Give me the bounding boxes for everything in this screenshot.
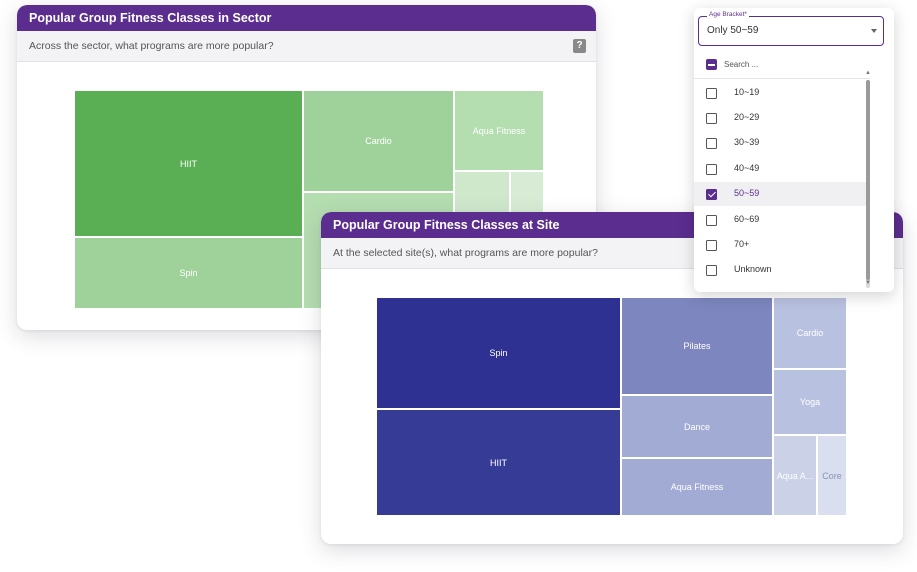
- treemap-tile-cardio[interactable]: Cardio: [773, 297, 847, 369]
- treemap-tile-aqua-a[interactable]: Aqua A...: [773, 435, 817, 516]
- option-label: Unknown: [734, 264, 772, 274]
- option-label: 20~29: [734, 112, 760, 122]
- tile-label: Spin: [179, 268, 198, 278]
- checkbox[interactable]: [706, 113, 717, 124]
- tile-label: Aqua Fitness: [472, 125, 526, 136]
- treemap-tile-dance[interactable]: Dance: [621, 395, 773, 458]
- treemap-tile-hiit[interactable]: HIIT: [376, 409, 621, 516]
- sector-card-subtitle-text: Across the sector, what programs are mor…: [29, 40, 274, 52]
- tile-label: HIIT: [490, 457, 507, 468]
- tile-label: Aqua A...: [776, 470, 814, 481]
- tile-label: Yoga: [799, 397, 821, 407]
- tile-label: Spin: [489, 348, 508, 358]
- treemap-tile-aqua-fitness[interactable]: Aqua Fitness: [621, 458, 773, 516]
- site-card-subtitle-text: At the selected site(s), what programs a…: [333, 247, 598, 259]
- checkbox[interactable]: [706, 265, 717, 276]
- sector-card-title: Popular Group Fitness Classes in Sector: [17, 5, 596, 31]
- checkbox[interactable]: [706, 164, 717, 175]
- tile-label: Dance: [683, 421, 710, 432]
- search-input[interactable]: Search ...: [724, 60, 758, 69]
- question-mark-icon[interactable]: ?: [573, 39, 586, 53]
- option-label: 10~19: [734, 87, 760, 97]
- treemap-tile-yoga[interactable]: Yoga: [773, 369, 847, 435]
- age-bracket-dropdown: Age Bracket* Only 50~59 Search ... 10~19…: [694, 8, 894, 292]
- tile-label: Aqua Fitness: [670, 482, 724, 492]
- treemap-tile-core[interactable]: Core: [817, 435, 847, 516]
- age-bracket-label: Age Bracket*: [707, 11, 749, 18]
- option-70-plus[interactable]: 70+: [694, 233, 868, 257]
- option-50-59[interactable]: 50~59: [694, 182, 868, 206]
- scroll-up-arrow-icon[interactable]: ▲: [865, 70, 871, 76]
- option-label: 40~49: [734, 163, 760, 173]
- caret-down-icon[interactable]: [871, 29, 877, 33]
- option-20-29[interactable]: 20~29: [694, 106, 868, 130]
- treemap-tile-aqua-fitness[interactable]: Aqua Fitness: [454, 90, 544, 171]
- tile-label: Cardio: [796, 328, 824, 338]
- option-60-69[interactable]: 60~69: [694, 208, 868, 232]
- checkbox[interactable]: [706, 215, 717, 226]
- divider: [694, 78, 870, 79]
- age-bracket-select[interactable]: Age Bracket* Only 50~59: [698, 11, 884, 46]
- checkbox-checked[interactable]: [706, 189, 717, 200]
- tile-label: Cardio: [365, 136, 392, 146]
- option-label: 70+: [734, 239, 750, 249]
- option-label: 30~39: [734, 137, 760, 147]
- treemap-tile-hiit[interactable]: HIIT: [74, 90, 303, 237]
- sector-card-subtitle: Across the sector, what programs are mor…: [17, 31, 596, 62]
- site-treemap: Spin HIIT Pilates Dance Aqua Fitness Car…: [376, 297, 847, 516]
- treemap-tile-spin[interactable]: Spin: [74, 237, 303, 309]
- tile-label: HIIT: [180, 158, 197, 169]
- scrollbar-thumb[interactable]: [866, 80, 870, 280]
- option-unknown[interactable]: Unknown: [694, 258, 868, 282]
- dropdown-scrollbar[interactable]: [866, 80, 870, 288]
- option-label: 50~59: [734, 188, 760, 198]
- scroll-down-arrow-icon[interactable]: ▼: [865, 280, 871, 286]
- treemap-tile-pilates[interactable]: Pilates: [621, 297, 773, 395]
- search-row: Search ...: [694, 52, 870, 78]
- option-30-39[interactable]: 30~39: [694, 131, 868, 155]
- treemap-tile-cardio[interactable]: Cardio: [303, 90, 454, 192]
- select-all-checkbox[interactable]: [706, 59, 717, 70]
- tile-label: Core: [822, 470, 842, 481]
- tile-label: Pilates: [683, 341, 711, 351]
- checkbox[interactable]: [706, 138, 717, 149]
- option-label: 60~69: [734, 214, 760, 224]
- checkbox[interactable]: [706, 240, 717, 251]
- option-10-19[interactable]: 10~19: [694, 81, 868, 105]
- option-40-49[interactable]: 40~49: [694, 157, 868, 181]
- age-bracket-value: Only 50~59: [707, 25, 759, 36]
- checkbox[interactable]: [706, 88, 717, 99]
- treemap-tile-spin[interactable]: Spin: [376, 297, 621, 409]
